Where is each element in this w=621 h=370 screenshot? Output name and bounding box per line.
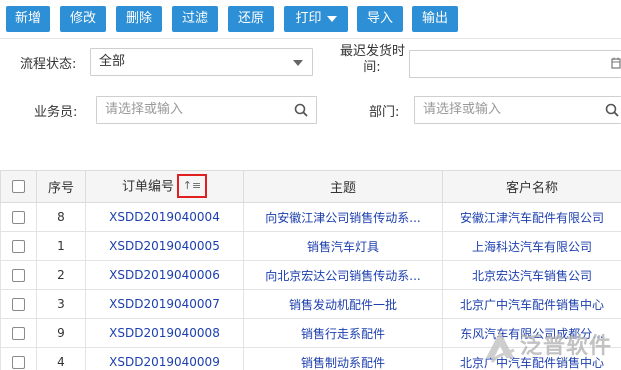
header-order-no[interactable]: 订单编号 ↑≡ [85, 170, 244, 203]
seq-cell: 4 [36, 347, 86, 370]
row-select-cell[interactable] [0, 260, 37, 290]
edit-button[interactable]: 修改 [60, 6, 106, 32]
toolbar: 新增 修改 删除 过滤 还原 打印 导入 输出 [0, 0, 621, 38]
seq-cell: 8 [36, 202, 86, 232]
salesperson-label: 业务员: [34, 105, 78, 120]
watermark-logo-icon [486, 331, 515, 363]
subject-link[interactable]: 销售行走系配件 [243, 318, 443, 348]
row-select-cell[interactable] [0, 231, 37, 261]
customer-link[interactable]: 安徽江津汽车配件有限公司 [442, 202, 621, 232]
process-status-select[interactable]: 全部 [90, 48, 313, 76]
watermark-text: 泛普软件 [520, 334, 613, 359]
order-no-link[interactable]: XSDD2019040006 [85, 260, 244, 290]
seq-cell: 3 [36, 289, 86, 319]
department-placeholder: 请选择或输入 [423, 102, 502, 117]
header-seq[interactable]: 序号 [36, 170, 86, 203]
print-button[interactable]: 打印 [284, 6, 348, 32]
row-select-cell[interactable] [0, 289, 37, 319]
select-all-checkbox[interactable] [12, 180, 25, 193]
seq-cell: 1 [36, 231, 86, 261]
header-subject[interactable]: 主题 [243, 170, 443, 203]
process-status-value: 全部 [99, 54, 126, 69]
latest-ship-time-label-line2: 间: [363, 60, 381, 75]
row-checkbox[interactable] [12, 327, 25, 340]
table-row[interactable]: 1 XSDD2019040005 销售汽车灯具 上海科达汽车有限公司 [0, 231, 621, 261]
add-button[interactable]: 新增 [6, 6, 50, 32]
order-no-link[interactable]: XSDD2019040005 [85, 231, 244, 261]
customer-link[interactable]: 北京宏达汽车销售公司 [442, 260, 621, 290]
row-checkbox[interactable] [12, 356, 25, 369]
delete-button[interactable]: 删除 [116, 6, 162, 32]
seq-cell: 2 [36, 260, 86, 290]
latest-ship-time-input[interactable] [409, 50, 621, 78]
row-checkbox[interactable] [12, 240, 25, 253]
row-select-cell[interactable] [0, 347, 37, 370]
subject-link[interactable]: 向安徽江津公司销售传动系... [243, 202, 443, 232]
subject-link[interactable]: 向北京宏达公司销售传动系... [243, 260, 443, 290]
subject-link[interactable]: 销售汽车灯具 [243, 231, 443, 261]
customer-link[interactable]: 上海科达汽车有限公司 [442, 231, 621, 261]
filter-button[interactable]: 过滤 [172, 6, 218, 32]
search-icon[interactable] [294, 103, 308, 117]
order-no-link[interactable]: XSDD2019040008 [85, 318, 244, 348]
export-button[interactable]: 输出 [412, 6, 458, 32]
caret-down-icon [326, 15, 337, 22]
print-button-label: 打印 [295, 11, 322, 26]
customer-link[interactable]: 北京广中汽车配件销售中心 [442, 289, 621, 319]
order-no-link[interactable]: XSDD2019040007 [85, 289, 244, 319]
subject-link[interactable]: 销售发动机配件一批 [243, 289, 443, 319]
watermark: 泛普软件 [478, 326, 621, 370]
latest-ship-time-label: 最迟发货时 间: [340, 44, 406, 76]
department-label: 部门: [369, 105, 400, 120]
table-row[interactable]: 3 XSDD2019040007 销售发动机配件一批 北京广中汽车配件销售中心 [0, 289, 621, 319]
calendar-icon[interactable] [611, 57, 621, 69]
dropdown-arrow-icon [293, 60, 303, 66]
select-all-header[interactable] [0, 170, 37, 203]
filter-panel: 流程状态: 全部 最迟发货时 间: 业务员: 请选择或输入 部门: 请选择或输入 [0, 38, 621, 170]
import-button[interactable]: 导入 [357, 6, 403, 32]
order-no-link[interactable]: XSDD2019040009 [85, 347, 244, 370]
salesperson-input[interactable]: 请选择或输入 [96, 96, 317, 124]
row-select-cell[interactable] [0, 318, 37, 348]
row-select-cell[interactable] [0, 202, 37, 232]
order-no-link[interactable]: XSDD2019040004 [85, 202, 244, 232]
table-header-row: 序号 订单编号 ↑≡ 主题 客户名称 [0, 170, 621, 203]
header-order-no-label: 订单编号 [121, 179, 174, 194]
search-icon[interactable] [605, 103, 619, 117]
sort-icon[interactable]: ↑≡ [177, 173, 207, 198]
seq-cell: 9 [36, 318, 86, 348]
sort-glyph: ↑≡ [182, 178, 202, 192]
restore-button[interactable]: 还原 [228, 6, 274, 32]
table-row[interactable]: 2 XSDD2019040006 向北京宏达公司销售传动系... 北京宏达汽车销… [0, 260, 621, 290]
salesperson-placeholder: 请选择或输入 [105, 102, 184, 117]
row-checkbox[interactable] [12, 298, 25, 311]
latest-ship-time-label-line1: 最迟发货时 [340, 44, 406, 59]
process-status-label: 流程状态: [20, 57, 77, 72]
department-input[interactable]: 请选择或输入 [414, 96, 621, 124]
row-checkbox[interactable] [12, 211, 25, 224]
row-checkbox[interactable] [12, 269, 25, 282]
table-row[interactable]: 8 XSDD2019040004 向安徽江津公司销售传动系... 安徽江津汽车配… [0, 202, 621, 232]
subject-link[interactable]: 销售制动系配件 [243, 347, 443, 370]
header-customer[interactable]: 客户名称 [442, 170, 621, 203]
